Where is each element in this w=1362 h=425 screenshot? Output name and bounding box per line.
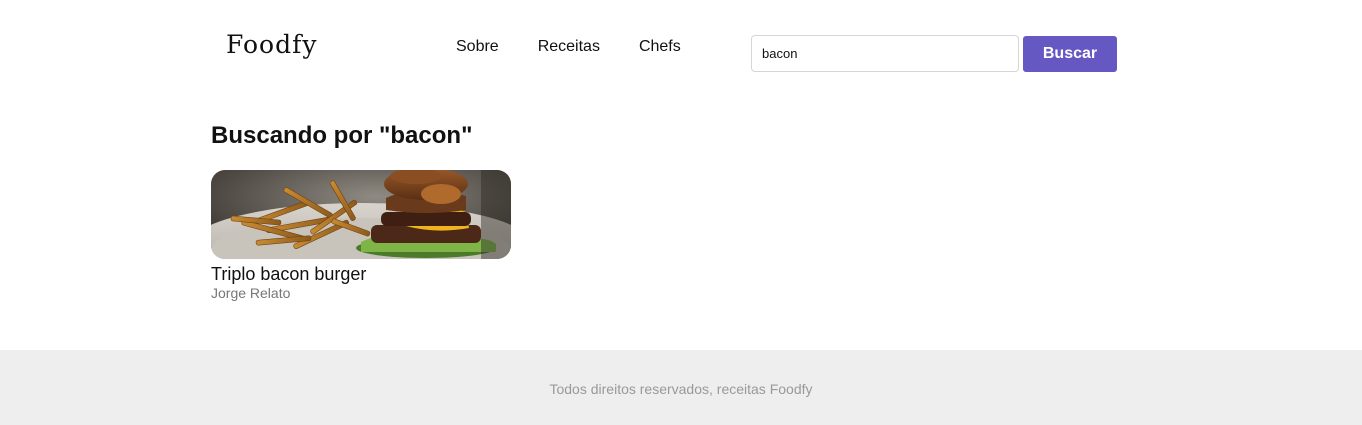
search-button[interactable]: Buscar xyxy=(1023,35,1117,72)
footer: Todos direitos reservados, receitas Food… xyxy=(0,350,1362,425)
nav-link-receitas[interactable]: Receitas xyxy=(538,38,600,56)
recipe-image[interactable] xyxy=(211,170,511,259)
main-nav: Sobre Receitas Chefs xyxy=(456,38,681,56)
footer-text: Todos direitos reservados, receitas Food… xyxy=(549,380,813,397)
logo[interactable]: Foodfy xyxy=(226,30,317,59)
header: Foodfy Sobre Receitas Chefs Buscar xyxy=(0,0,1362,100)
recipe-author: Jorge Relato xyxy=(211,285,291,301)
nav-link-chefs[interactable]: Chefs xyxy=(639,38,681,56)
search-form: Buscar xyxy=(751,35,1117,72)
recipe-title[interactable]: Triplo bacon burger xyxy=(211,264,511,284)
recipe-card[interactable]: Triplo bacon burger Jorge Relato xyxy=(211,170,511,301)
search-input[interactable] xyxy=(751,35,1019,72)
page-title: Buscando por "bacon" xyxy=(211,122,473,149)
nav-link-sobre[interactable]: Sobre xyxy=(456,38,499,56)
page: Foodfy Sobre Receitas Chefs Buscar Busca… xyxy=(0,0,1362,425)
